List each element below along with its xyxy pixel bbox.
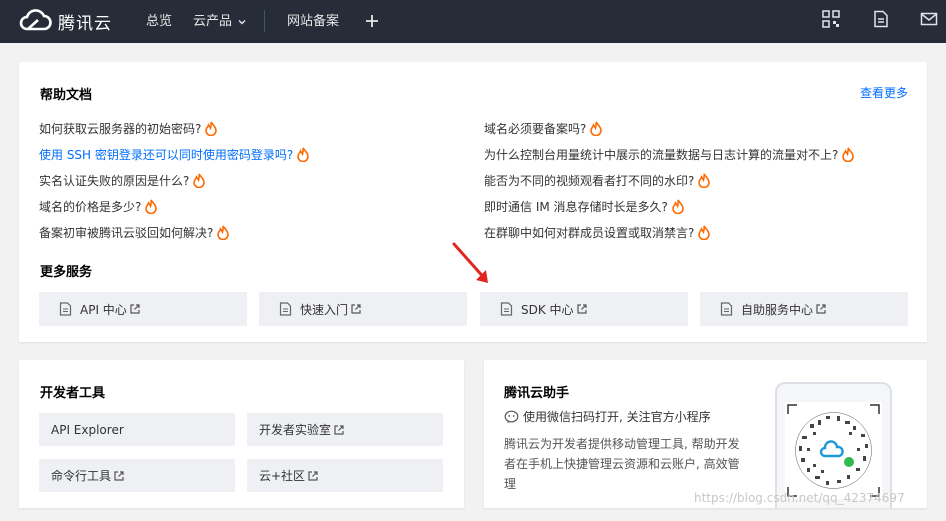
faq-text: 域名的价格是多少? [39, 199, 142, 214]
qrcode-icon[interactable] [822, 10, 840, 28]
dev-lab[interactable]: 开发者实验室 [247, 413, 443, 446]
nav-website-filing[interactable]: 网站备案 [287, 0, 339, 43]
document-icon [720, 302, 733, 316]
fire-icon [842, 147, 855, 162]
dev-api-explorer[interactable]: API Explorer [39, 413, 235, 446]
faq-item[interactable]: 即时通信 IM 消息存储时长是多久? [484, 197, 684, 215]
phone-mockup [775, 382, 892, 508]
external-link-icon [114, 470, 124, 481]
document-icon [279, 302, 292, 316]
more-services-title: 更多服务 [40, 265, 93, 280]
faq-text: 在群聊中如何对群成员设置或取消禁言? [484, 225, 695, 240]
external-link-icon [816, 304, 826, 314]
help-docs-title: 帮助文档 [40, 88, 93, 103]
faq-item[interactable]: 在群聊中如何对群成员设置或取消禁言? [484, 223, 711, 241]
external-link-icon [308, 470, 318, 481]
fire-icon [145, 199, 158, 214]
fire-icon [698, 225, 711, 240]
faq-item[interactable]: 如何获取云服务器的初始密码? [39, 119, 218, 137]
faq-item[interactable]: 备案初审被腾讯云驳回如何解决? [39, 223, 230, 241]
wechat-scan-text: 使用微信扫码打开, 关注官方小程序 [523, 410, 711, 424]
fire-icon [193, 173, 206, 188]
faq-item[interactable]: 域名必须要备案吗? [484, 119, 603, 137]
faq-text: 即时通信 IM 消息存储时长是多久? [484, 199, 668, 214]
service-quick-start[interactable]: 快速入门 [259, 292, 467, 326]
view-more-link[interactable]: 查看更多 [860, 84, 908, 101]
fire-icon [205, 121, 218, 136]
wechat-scan-hint: 使用微信扫码打开, 关注官方小程序 [504, 408, 711, 425]
dev-item-label: 开发者实验室 [259, 423, 332, 437]
faq-item[interactable]: 使用 SSH 密钥登录还可以同时使用密码登录吗? [39, 145, 310, 163]
faq-item[interactable]: 域名的价格是多少? [39, 197, 158, 215]
external-link-icon [576, 304, 587, 314]
wechat-icon [504, 410, 519, 423]
fire-icon [590, 121, 603, 136]
faq-text: 如何获取云服务器的初始密码? [39, 121, 202, 136]
fire-icon [672, 199, 684, 214]
service-label: 快速入门 [300, 302, 349, 317]
developer-tools-title: 开发者工具 [40, 386, 106, 401]
external-link-icon [351, 304, 361, 314]
nav-overview[interactable]: 总览 [146, 0, 172, 43]
red-arrow-annotation [452, 242, 488, 283]
faq-text: 备案初审被腾讯云驳回如何解决? [39, 225, 214, 240]
service-label: API 中心 [80, 302, 127, 317]
service-api-center[interactable]: API 中心 [39, 292, 247, 326]
chevron-down-icon [238, 19, 246, 24]
external-link-icon [130, 304, 140, 314]
service-self-help-center[interactable]: 自助服务中心 [700, 292, 908, 326]
faq-text: 使用 SSH 密钥登录还可以同时使用密码登录吗? [39, 147, 294, 162]
external-link-icon [334, 424, 344, 435]
assistant-description-line: 腾讯云为开发者提供移动管理工具, 帮助开发 [504, 437, 740, 451]
faq-item[interactable]: 能否为不同的视频观看者打不同的水印? [484, 171, 711, 189]
dev-cli-tool[interactable]: 命令行工具 [39, 459, 235, 492]
nav-divider [264, 10, 265, 32]
faq-text: 能否为不同的视频观看者打不同的水印? [484, 173, 695, 188]
tencent-cloud-logo[interactable]: 腾讯云 [18, 7, 112, 35]
csdn-watermark: https://blog.csdn.net/qq_42374697 [694, 491, 905, 505]
plus-icon[interactable] [364, 8, 380, 34]
fire-icon [698, 173, 711, 188]
nav-cloud-products-label: 云产品 [193, 14, 233, 29]
faq-text: 实名认证失败的原因是什么? [39, 173, 190, 188]
assistant-description-line: 者在手机上快捷管理云资源和云账户, 高效管 [504, 457, 740, 471]
help-docs-card: 帮助文档 查看更多 如何获取云服务器的初始密码? 使用 SSH 密钥登录还可以同… [19, 62, 927, 342]
nav-cloud-products[interactable]: 云产品 [193, 0, 247, 43]
logo-text: 腾讯云 [58, 13, 112, 34]
mail-icon[interactable] [920, 10, 938, 28]
faq-text: 为什么控制台用量统计中展示的流量数据与日志计算的流量对不上? [484, 147, 839, 162]
developer-tools-card: 开发者工具 API Explorer 开发者实验室 命令行工具 云+社区 [19, 360, 464, 508]
document-icon[interactable] [872, 10, 890, 28]
assistant-description-line: 理 [504, 477, 517, 491]
cloud-logo-icon [19, 9, 52, 31]
dev-community[interactable]: 云+社区 [247, 459, 443, 492]
fire-icon [217, 225, 230, 240]
dev-item-label: 命令行工具 [51, 469, 112, 483]
cloud-assistant-title: 腾讯云助手 [504, 386, 570, 401]
service-label: 自助服务中心 [741, 302, 814, 317]
top-navigation-bar: 腾讯云 总览 云产品 网站备案 [0, 0, 946, 43]
service-label: SDK 中心 [521, 302, 574, 317]
dev-item-label: API Explorer [51, 422, 124, 437]
document-icon [59, 302, 72, 316]
mini-program-qrcode[interactable] [785, 402, 882, 499]
faq-item[interactable]: 为什么控制台用量统计中展示的流量数据与日志计算的流量对不上? [484, 145, 855, 163]
faq-text: 域名必须要备案吗? [484, 121, 587, 136]
document-icon [500, 302, 513, 316]
faq-item[interactable]: 实名认证失败的原因是什么? [39, 171, 206, 189]
service-sdk-center[interactable]: SDK 中心 [480, 292, 688, 326]
fire-icon [297, 147, 310, 162]
dev-item-label: 云+社区 [259, 469, 306, 483]
cloud-assistant-card: 腾讯云助手 使用微信扫码打开, 关注官方小程序 腾讯云为开发者提供移动管理工具,… [484, 360, 927, 508]
